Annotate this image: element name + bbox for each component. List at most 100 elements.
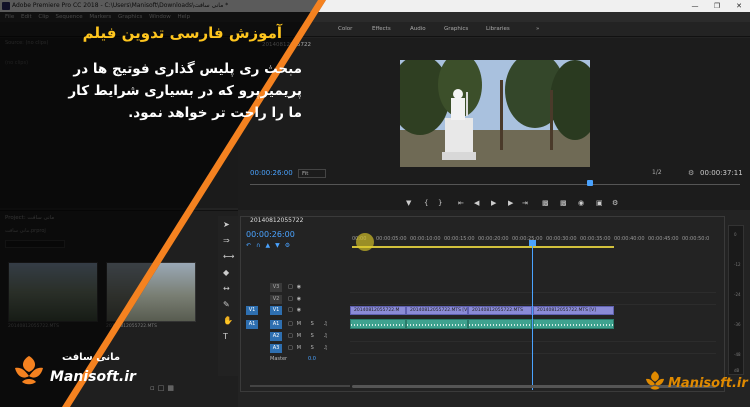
- track-v1-controls[interactable]: □◉: [288, 307, 305, 313]
- settings-icon[interactable]: ⚙: [612, 199, 618, 207]
- manisoft-leaf-icon: [15, 356, 43, 385]
- track-a3[interactable]: [350, 344, 716, 354]
- program-sequence-tab[interactable]: 20140812055722: [262, 42, 311, 48]
- mark-out-icon[interactable]: }: [438, 199, 442, 207]
- slip-tool-icon[interactable]: ↔: [223, 284, 230, 293]
- menu-clip[interactable]: Clip: [38, 14, 48, 20]
- track-header-scroll[interactable]: [250, 385, 350, 387]
- window-title: Adobe Premiere Pro CC 2018 - C:\Users\Ma…: [12, 2, 229, 9]
- track-v3[interactable]: [350, 283, 716, 293]
- work-area-bar[interactable]: [352, 246, 614, 248]
- mark-in-icon[interactable]: {: [424, 199, 428, 207]
- selection-tool-icon[interactable]: ➤: [223, 220, 230, 229]
- track-a3-controls[interactable]: □M S ♫: [288, 345, 332, 351]
- new-item-icon[interactable]: □: [158, 384, 168, 392]
- track-v3-controls[interactable]: □◉: [288, 284, 305, 290]
- audio-clip[interactable]: [468, 319, 532, 329]
- menu-window[interactable]: Window: [149, 14, 171, 20]
- workspace-audio[interactable]: Audio: [410, 22, 426, 37]
- play-icon[interactable]: ▶: [491, 199, 496, 207]
- export-frame-icon[interactable]: ◉: [578, 199, 584, 207]
- track-v2[interactable]: [350, 295, 716, 305]
- timeline-settings-icon[interactable]: ⚙: [285, 242, 295, 249]
- project-search-input[interactable]: [5, 240, 65, 248]
- minimize-button[interactable]: —: [684, 0, 706, 12]
- audio-clip[interactable]: [533, 319, 614, 329]
- audio-clip[interactable]: [406, 319, 468, 329]
- track-a2-controls[interactable]: □M S ♫: [288, 333, 332, 339]
- track-target-a1[interactable]: A1: [270, 320, 282, 329]
- menu-sequence[interactable]: Sequence: [56, 14, 83, 20]
- video-clip[interactable]: 20140812055722.MTS [V]: [406, 306, 468, 315]
- overwrite-icon[interactable]: ▩: [560, 199, 567, 207]
- logo-english-text: Manisoft.ir: [50, 369, 136, 385]
- add-marker-timeline-icon[interactable]: ▼: [275, 242, 285, 249]
- track-target-v3[interactable]: V3: [270, 283, 282, 292]
- meter-label: -12: [734, 262, 741, 267]
- insert-icon[interactable]: ▩: [542, 199, 549, 207]
- video-clip[interactable]: 20140812055722.MTS [V]: [533, 306, 614, 315]
- ripple-edit-tool-icon[interactable]: ⟷: [223, 252, 234, 261]
- workspace-libraries[interactable]: Libraries: [486, 22, 510, 37]
- add-marker-icon[interactable]: ▼: [406, 199, 411, 207]
- track-a2[interactable]: [350, 332, 716, 342]
- project-thumbnail[interactable]: [8, 262, 98, 322]
- program-playhead[interactable]: [587, 180, 593, 186]
- project-tab[interactable]: Project: مانی سافت: [5, 215, 54, 221]
- mouse-highlight: [356, 233, 374, 251]
- type-tool-icon[interactable]: T: [223, 332, 228, 341]
- track-select-tool-icon[interactable]: ⇒: [223, 236, 230, 245]
- go-to-out-icon[interactable]: ⇥: [522, 199, 528, 207]
- pen-tool-icon[interactable]: ✎: [223, 300, 230, 309]
- workspace-effects[interactable]: Effects: [372, 22, 391, 37]
- ruler-tick: 00:00:35:00: [580, 236, 611, 242]
- video-clip[interactable]: 20140812055722.M: [350, 306, 406, 315]
- go-to-in-icon[interactable]: ⇤: [458, 199, 464, 207]
- close-button[interactable]: ✕: [728, 0, 750, 12]
- track-target-v1[interactable]: V1: [270, 306, 282, 315]
- razor-tool-icon[interactable]: ◆: [223, 268, 229, 277]
- audio-clip[interactable]: [350, 319, 406, 329]
- manisoft-watermark: Manisoft.ir: [644, 366, 748, 396]
- track-a1-controls[interactable]: □M S ♫: [288, 321, 332, 327]
- program-timecode[interactable]: 00:00:26:00: [250, 169, 293, 177]
- menu-edit[interactable]: Edit: [21, 14, 32, 20]
- source-patch-v1[interactable]: V1: [246, 306, 258, 315]
- step-back-icon[interactable]: ◀: [474, 199, 479, 207]
- menu-markers[interactable]: Markers: [89, 14, 111, 20]
- zoom-select[interactable]: Fit: [298, 169, 326, 178]
- master-volume[interactable]: 0.0: [308, 356, 316, 362]
- compare-icon[interactable]: ▣: [596, 199, 603, 207]
- track-v2-controls[interactable]: □◉: [288, 296, 305, 302]
- track-target-a2[interactable]: A2: [270, 332, 282, 341]
- menu-help[interactable]: Help: [178, 14, 191, 20]
- timeline-playhead-line[interactable]: [532, 240, 533, 390]
- menu-graphics[interactable]: Graphics: [118, 14, 142, 20]
- nest-icon[interactable]: ↶: [246, 242, 256, 249]
- linked-selection-icon[interactable]: ▲: [265, 242, 275, 249]
- wrench-icon[interactable]: ⚙: [688, 169, 694, 177]
- hand-tool-icon[interactable]: ✋: [223, 316, 233, 325]
- timeline-tab[interactable]: 20140812055722: [250, 217, 303, 224]
- new-bin-icon[interactable]: ▫: [150, 384, 158, 392]
- timeline-timecode[interactable]: 00:00:26:00: [246, 230, 295, 239]
- source-patch-a1[interactable]: A1: [246, 320, 258, 329]
- workspace-color[interactable]: Color: [338, 22, 352, 37]
- track-target-a3[interactable]: A3: [270, 344, 282, 353]
- resolution-select[interactable]: 1/2: [652, 169, 672, 178]
- maximize-button[interactable]: ❐: [706, 0, 728, 12]
- program-scrub-bar[interactable]: [250, 184, 740, 185]
- menu-bar: File Edit Clip Sequence Markers Graphics…: [0, 12, 750, 22]
- workspace-more-icon[interactable]: »: [536, 22, 539, 37]
- project-thumbnail[interactable]: [106, 262, 196, 322]
- workspace-graphics[interactable]: Graphics: [444, 22, 468, 37]
- timeline-playhead[interactable]: [529, 240, 536, 246]
- banner-title: آموزش فارسی تدوین فیلم: [82, 24, 282, 42]
- trash-icon[interactable]: ▦: [167, 384, 177, 392]
- ruler-tick: 00:00:45:00: [648, 236, 679, 242]
- track-target-v2[interactable]: V2: [270, 295, 282, 304]
- meter-label: -36: [734, 322, 741, 327]
- step-forward-icon[interactable]: ▶: [508, 199, 513, 207]
- menu-file[interactable]: File: [5, 14, 14, 20]
- video-clip[interactable]: 20140812055722.MTS: [468, 306, 532, 315]
